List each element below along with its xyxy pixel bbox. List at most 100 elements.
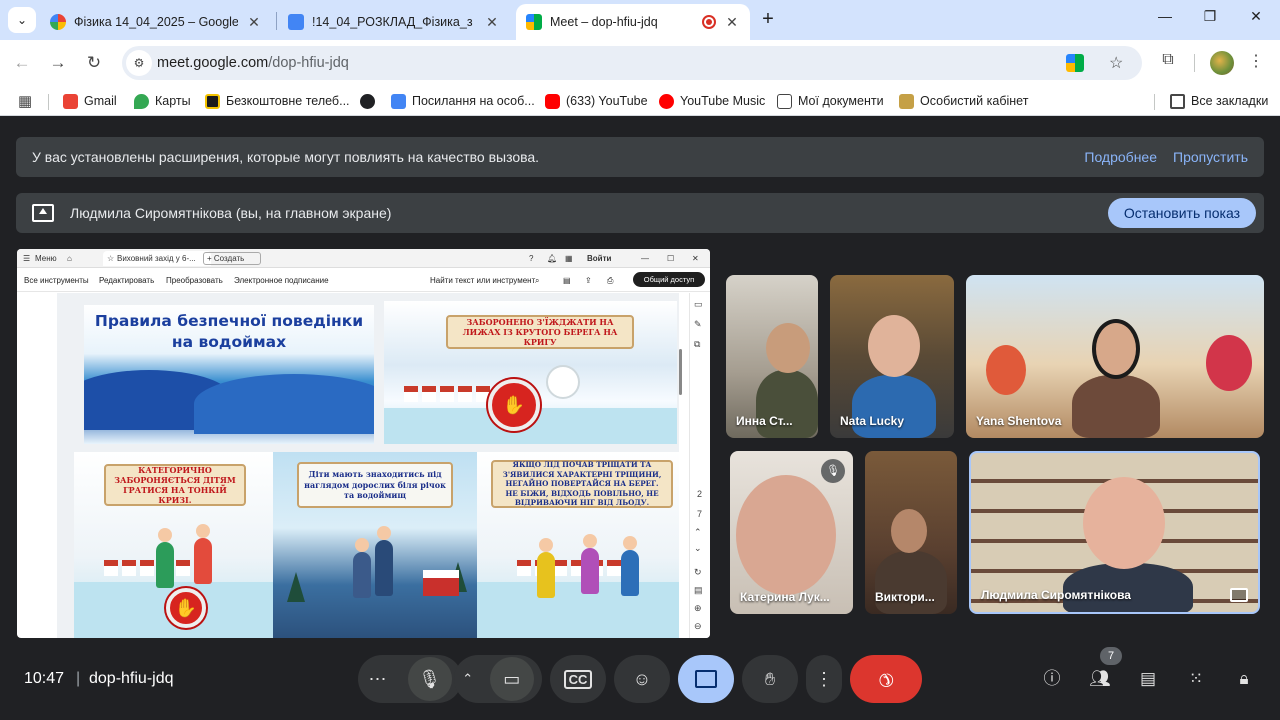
banner-message: Людмила Сиромятнікова (вы, на главном эк… (70, 205, 392, 221)
site-info-icon[interactable]: ⚙ (126, 50, 152, 76)
restore-icon[interactable]: ❐ (1198, 8, 1222, 25)
close-icon[interactable]: ✕ (246, 14, 262, 31)
participant-tile[interactable]: Инна Ст... (726, 275, 818, 438)
youtube-music-icon (659, 93, 674, 109)
child-illustration (156, 528, 174, 588)
learn-more-link[interactable]: Подробнее (1084, 149, 1157, 165)
participant-tile[interactable]: Nata Lucky (830, 275, 954, 438)
more-vert-icon[interactable]: ⋮ (1244, 51, 1268, 71)
participant-name: Nata Lucky (840, 414, 905, 428)
reload-icon[interactable]: ↻ (82, 51, 106, 75)
tab-search-button[interactable]: ⌄ (8, 7, 36, 33)
more-options-button[interactable]: ⋮ (806, 655, 842, 703)
bookmark-maps[interactable]: Карты (134, 92, 191, 110)
browser-tab-1[interactable]: Фізика 14_04_2025 – Google Д ✕ (40, 4, 272, 40)
end-call-button[interactable]: ✆ (850, 655, 922, 703)
chevron-down-icon: ⌄ (16, 13, 28, 27)
meet-extension-icon[interactable] (1066, 54, 1084, 72)
present-button[interactable] (678, 655, 734, 703)
close-window-icon[interactable]: ✕ (1244, 8, 1268, 25)
new-tab-button[interactable]: + (756, 8, 780, 32)
mic-off-icon: 🎙︎ (821, 459, 845, 483)
emoji-icon: ☺ (632, 668, 652, 689)
shared-menu-item: Электронное подписание (234, 276, 329, 285)
bookmark-gmail[interactable]: Gmail (63, 92, 117, 110)
participant-tile-self[interactable]: Людмила Сиромятнікова (969, 451, 1260, 614)
camera-icon[interactable]: ▭ (489, 657, 534, 701)
google-meet-icon (526, 14, 542, 30)
captions-button[interactable]: CC (550, 655, 606, 703)
bookmark-star-icon[interactable]: ☆ (1109, 53, 1123, 73)
browser-tab-2[interactable]: !14_04_РОЗКЛАД_Фізика_з пос ✕ (278, 4, 510, 40)
participant-count-badge: 7 (1100, 647, 1122, 665)
stop-presenting-button[interactable]: Остановить показ (1107, 198, 1256, 228)
extensions-puzzle-icon[interactable]: ⧉ (1156, 51, 1180, 69)
zoom-in-icon: ⊕ (694, 603, 702, 613)
upload-icon: ⇪ (585, 276, 592, 285)
bookmark-label: Карты (155, 94, 191, 108)
participant-tile[interactable]: 🎙︎ Катерина Лук... (730, 451, 853, 614)
shared-tab-title: Виховний захід у 6-... (117, 254, 196, 263)
shared-pdf-menubar: Все инструменты Редактировать Преобразов… (17, 268, 710, 292)
url-text[interactable]: meet.google.com/dop-hfiu-jdq (157, 55, 349, 71)
bookmark-label: Безкоштовне телеб... (226, 94, 350, 108)
wave-shape (194, 374, 374, 434)
captions-icon: CC (563, 669, 593, 689)
chat-icon[interactable]: ▤ (1136, 667, 1160, 691)
activities-grid-icon[interactable]: ⁙ (1184, 667, 1208, 691)
reactions-button[interactable]: ☺ (614, 655, 670, 703)
house-illustration (423, 570, 459, 596)
address-bar[interactable]: ⚙ meet.google.com/dop-hfiu-jdq ☆ (122, 46, 1142, 80)
stop-hand-icon: ✋ (166, 588, 206, 628)
tv-icon (205, 93, 220, 109)
document-icon (777, 93, 792, 109)
bookmark-label: Особистий кабінет (920, 94, 1029, 108)
bookmark-youtube-music[interactable]: YouTube Music (659, 92, 765, 110)
meeting-info-icon[interactable]: ⓘ (1040, 667, 1064, 691)
apps-grid-icon[interactable]: ▦ (18, 92, 32, 110)
host-controls-lock-icon[interactable]: 🔒︎ (1232, 667, 1256, 691)
video-controls: ⌃ ▭ (454, 655, 542, 703)
bookmark-tv[interactable]: Безкоштовне телеб... (205, 92, 350, 110)
all-bookmarks[interactable]: Все закладки (1170, 92, 1268, 110)
picture-in-picture-icon[interactable] (1230, 588, 1248, 602)
browser-tab-3-active[interactable]: Meet – dop-hfiu-jdq ✕ (516, 4, 750, 40)
youtube-icon (545, 93, 560, 109)
browser-tab-title: Meet – dop-hfiu-jdq (550, 15, 658, 29)
participant-head (1083, 477, 1165, 569)
bookmark-label: Gmail (84, 94, 117, 108)
meeting-code: dop-hfiu-jdq (89, 670, 174, 687)
tree-illustration (287, 572, 305, 602)
shared-pdf-titlebar: ☰ Меню ⌂ ☆ Виховний захід у 6-... + Созд… (17, 249, 710, 268)
participant-head (736, 475, 836, 595)
adult-illustration (375, 526, 393, 596)
minimize-icon[interactable]: — (1153, 8, 1177, 24)
banner-message: У вас установлены расширения, которые мо… (32, 149, 540, 165)
slide-title: Правила безпечної поведінки на водоймах (94, 312, 364, 351)
rule-panel-supervision: Діти мають знаходитись під наглядом доро… (273, 452, 477, 638)
participant-tile[interactable]: Виктори... (865, 451, 957, 614)
chevron-up-icon[interactable]: ⌃ (462, 671, 473, 687)
raise-hand-button[interactable]: ✋︎ (742, 655, 798, 703)
more-audio-options-icon[interactable]: ⋯ (369, 669, 387, 690)
close-icon[interactable]: ✕ (484, 14, 500, 31)
copy-icon: ⧉ (694, 339, 701, 349)
participant-tile[interactable]: Yana Shentova (966, 275, 1264, 438)
bookmark-globe[interactable] (360, 92, 375, 110)
rule-plaque: ЗАБОРОНЕНО З'ЇЖДЖАТИ НА ЛИЖАХ ІЗ КРУТОГО… (446, 315, 634, 349)
profile-avatar[interactable] (1210, 51, 1234, 75)
bookmark-docs-link[interactable]: Посилання на особ... (391, 92, 535, 110)
shared-menu-label: Меню (35, 254, 57, 263)
people-icon[interactable]: 👥︎ (1088, 667, 1112, 691)
back-arrow-icon[interactable]: ← (10, 51, 34, 75)
tab-strip: ⌄ Фізика 14_04_2025 – Google Д ✕ !14_04_… (0, 0, 1280, 40)
bookmark-youtube[interactable]: (633) YouTube (545, 92, 648, 110)
skip-link[interactable]: Пропустить (1173, 149, 1248, 165)
bookmarks-separator (1154, 94, 1155, 110)
microphone-icon[interactable]: 🎙︎ (407, 657, 452, 701)
close-icon[interactable]: ✕ (724, 14, 740, 31)
shared-pdf-page: Правила безпечної поведінки на водоймах … (57, 293, 679, 638)
forward-arrow-icon[interactable]: → (46, 51, 70, 75)
bookmark-cabinet[interactable]: Особистий кабінет (899, 92, 1028, 110)
bookmark-my-documents[interactable]: Мої документи (777, 92, 884, 110)
